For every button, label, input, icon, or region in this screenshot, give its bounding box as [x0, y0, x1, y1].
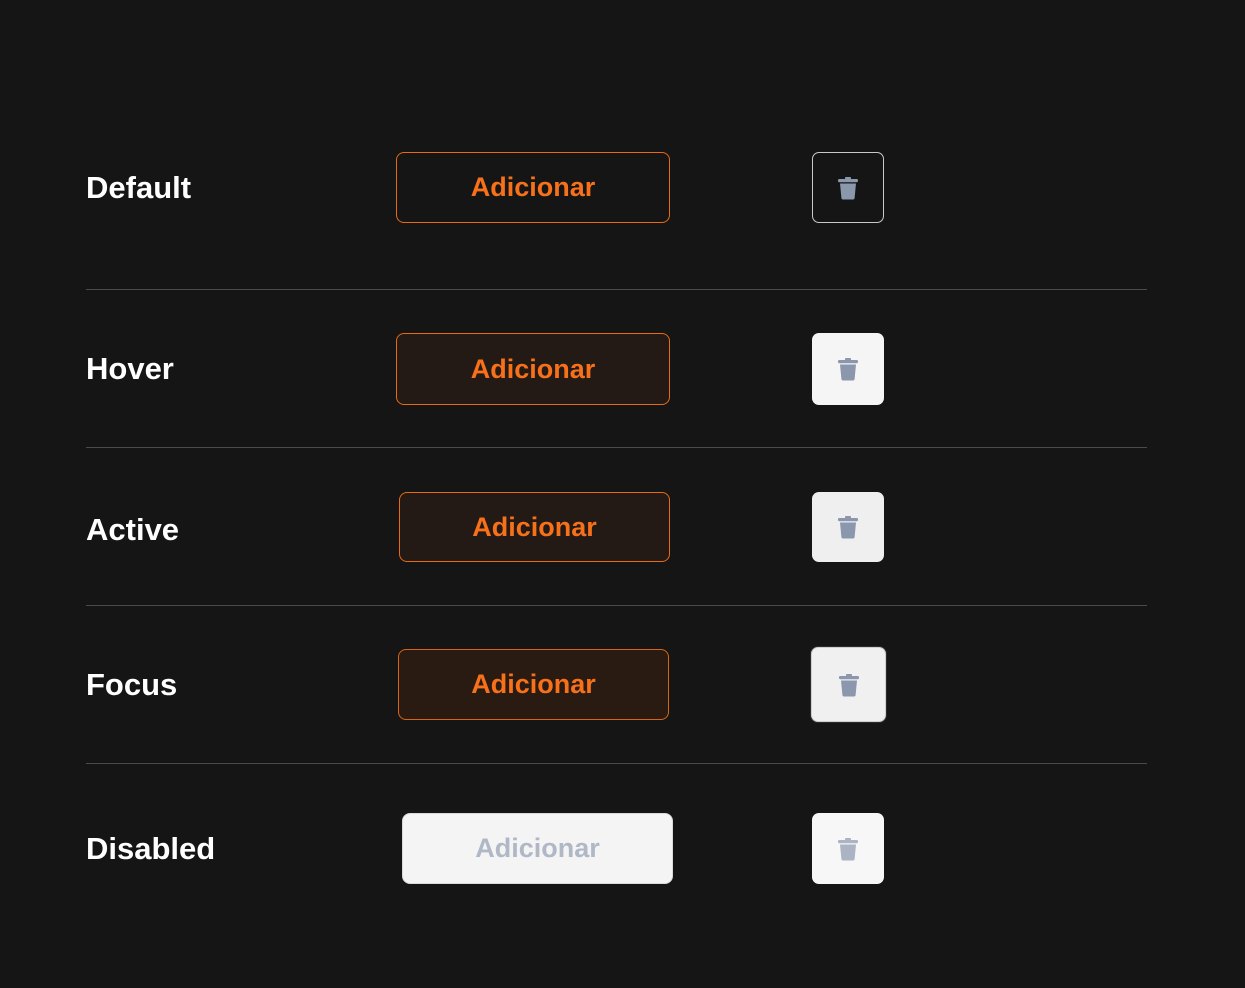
- add-button-disabled: Adicionar: [402, 813, 673, 884]
- trash-icon: [838, 176, 858, 199]
- state-label-default: Default: [86, 170, 192, 205]
- state-label-hover: Hover: [86, 351, 174, 386]
- trash-icon: [838, 837, 858, 860]
- divider: [86, 289, 1147, 290]
- state-label-disabled: Disabled: [86, 831, 216, 866]
- trash-icon: [838, 673, 859, 696]
- delete-button-disabled: [812, 813, 884, 884]
- delete-button-focus[interactable]: [811, 647, 886, 722]
- add-button-active[interactable]: Adicionar: [399, 492, 670, 562]
- button-states-canvas: Default Adicionar Hover Adicionar Active…: [0, 0, 1245, 988]
- trash-icon: [838, 358, 858, 381]
- add-button-hover[interactable]: Adicionar: [396, 333, 670, 405]
- divider: [86, 605, 1147, 606]
- state-label-active: Active: [86, 512, 180, 547]
- state-label-focus: Focus: [86, 667, 178, 702]
- delete-button-default[interactable]: [812, 152, 884, 223]
- divider: [86, 447, 1147, 448]
- add-button-focus[interactable]: Adicionar: [398, 649, 669, 720]
- add-button-default[interactable]: Adicionar: [396, 152, 670, 223]
- divider: [86, 763, 1147, 764]
- delete-button-active[interactable]: [812, 492, 884, 562]
- trash-icon: [838, 516, 858, 539]
- delete-button-hover[interactable]: [812, 333, 884, 405]
